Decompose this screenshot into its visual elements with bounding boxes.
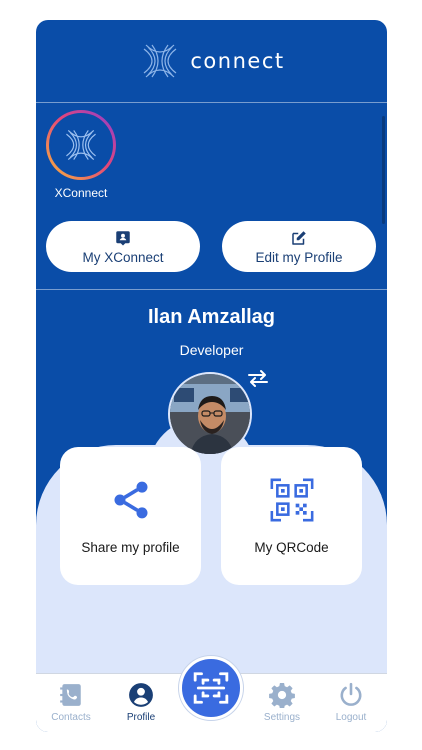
- edit-icon: [292, 230, 306, 245]
- scan-icon: [193, 672, 229, 704]
- edit-profile-button[interactable]: Edit my Profile: [222, 221, 376, 272]
- nav-settings[interactable]: Settings: [251, 682, 313, 723]
- section-divider: [36, 289, 387, 290]
- app-screen: connect XConnect My XConnect Edit my Pro…: [36, 20, 387, 732]
- qr-code-card[interactable]: My QRCode: [221, 447, 362, 585]
- organization-avatar[interactable]: XConnect: [46, 110, 116, 200]
- profile-role: Developer: [179, 342, 244, 358]
- organization-name: XConnect: [54, 186, 108, 200]
- nav-logout-label: Logout: [335, 712, 367, 723]
- profile-name: Ilan Amzallag: [147, 306, 276, 328]
- share-profile-card[interactable]: Share my profile: [60, 447, 201, 585]
- nav-profile[interactable]: Profile: [110, 682, 172, 723]
- user-circle-icon: [129, 683, 153, 707]
- edit-profile-label: Edit my Profile: [255, 249, 343, 265]
- nav-contacts[interactable]: Contacts: [40, 682, 102, 723]
- qr-code-icon: [270, 478, 313, 521]
- nav-contacts-label: Contacts: [51, 712, 91, 723]
- qr-code-label: My QRCode: [254, 539, 329, 555]
- my-xconnect-label: My XConnect: [82, 249, 164, 265]
- header-divider: [36, 102, 387, 103]
- contacts-book-icon: [60, 684, 81, 706]
- brand-name: connect: [190, 49, 285, 73]
- app-header: connect: [36, 20, 387, 102]
- profile-photo: [170, 374, 250, 454]
- xconnect-logo-icon: [66, 130, 96, 160]
- share-profile-label: Share my profile: [81, 539, 180, 555]
- nav-logout[interactable]: Logout: [320, 682, 382, 723]
- gear-icon: [269, 683, 295, 708]
- xconnect-logo-icon: [144, 44, 177, 78]
- badge-icon: [116, 230, 130, 245]
- power-icon: [340, 682, 362, 706]
- nav-settings-label: Settings: [263, 712, 301, 723]
- nav-profile-label: Profile: [126, 712, 156, 723]
- share-icon: [114, 481, 147, 518]
- profile-avatar[interactable]: [168, 372, 252, 456]
- scan-button[interactable]: [179, 656, 243, 720]
- scrollbar[interactable]: [382, 116, 385, 224]
- my-xconnect-button[interactable]: My XConnect: [46, 221, 200, 272]
- swap-arrows-icon[interactable]: [246, 368, 270, 388]
